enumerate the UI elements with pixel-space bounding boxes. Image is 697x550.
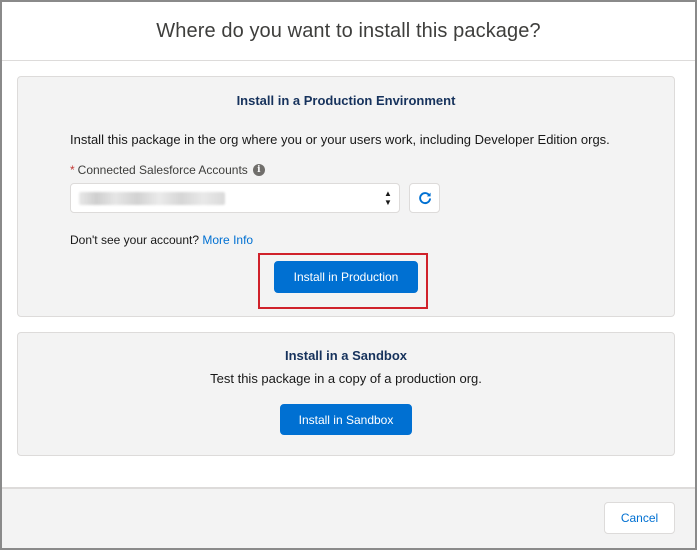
account-note: Don't see your account? More Info (70, 233, 253, 247)
modal-header: Where do you want to install this packag… (2, 2, 695, 61)
connected-accounts-label: * Connected Salesforce Accounts i (70, 163, 265, 177)
refresh-accounts-button[interactable] (409, 183, 440, 213)
production-card: Install in a Production Environment Inst… (17, 76, 675, 317)
account-note-text: Don't see your account? (70, 233, 200, 247)
sandbox-card-title: Install in a Sandbox (284, 348, 408, 363)
redacted-account-value (79, 192, 225, 205)
sandbox-description: Test this package in a copy of a product… (210, 371, 482, 386)
production-description: Install this package in the org where yo… (70, 132, 610, 147)
install-package-modal: Where do you want to install this packag… (0, 0, 697, 550)
sandbox-card: Install in a Sandbox Test this package i… (17, 332, 675, 456)
connected-accounts-select[interactable]: ▲ ▼ (70, 183, 400, 213)
modal-title: Where do you want to install this packag… (156, 19, 541, 42)
modal-footer: Cancel (2, 487, 695, 548)
modal-body: Install in a Production Environment Inst… (2, 61, 695, 487)
install-in-sandbox-button[interactable]: Install in Sandbox (280, 404, 412, 435)
select-arrows-icon: ▲ ▼ (384, 189, 392, 207)
more-info-link[interactable]: More Info (202, 233, 253, 247)
cancel-button[interactable]: Cancel (604, 502, 675, 534)
info-icon[interactable]: i (252, 164, 265, 176)
connected-accounts-label-text: Connected Salesforce Accounts (77, 163, 248, 177)
production-card-title: Install in a Production Environment (236, 93, 456, 108)
required-marker: * (70, 163, 75, 177)
refresh-icon (418, 192, 431, 205)
install-in-production-button[interactable]: Install in Production (274, 261, 418, 293)
